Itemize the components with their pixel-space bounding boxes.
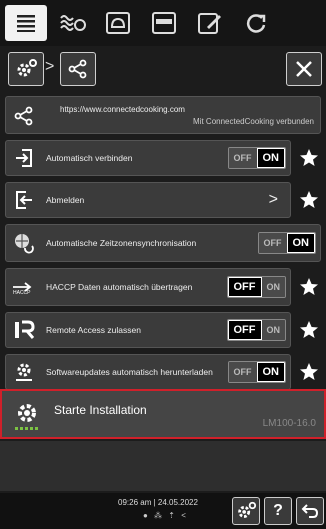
settings-button[interactable] [8,52,44,86]
update-gear-icon [6,355,42,389]
share-icon [6,97,42,135]
tab-refresh[interactable] [235,5,277,41]
chevron-right-icon: > [268,191,278,208]
setting-label: Softwareupdates automatisch herunterlade… [46,367,213,377]
globe-sync-icon [6,225,42,261]
back-arrow-icon [301,504,319,518]
setting-logout[interactable]: Abmelden > [5,182,291,218]
close-button[interactable] [286,52,322,86]
help-button[interactable]: ? [264,497,292,525]
haccp-toggle[interactable]: OFF ON [226,276,286,298]
refresh-icon [246,14,266,33]
empty-area [0,441,326,491]
haccp-icon: HACCP [6,269,42,305]
setting-remote-access: Remote Access zulassen OFF ON [5,312,291,348]
toggle-off[interactable]: OFF [227,277,262,297]
install-panel[interactable]: Starte Installation LM100-16.0 [0,389,326,439]
time: 09:26 am [118,498,152,507]
status-icons: ● ⁂ ⇡ < [143,511,188,520]
setting-label: Abmelden [46,195,85,205]
favorite-star-icon[interactable] [297,360,321,384]
favorite-star-icon[interactable] [297,318,321,342]
setting-label: Automatisch verbinden [46,153,133,163]
tab-edit[interactable] [189,5,231,41]
tab-cooking[interactable] [51,5,93,41]
share-button[interactable] [60,52,96,86]
close-icon [296,61,312,77]
logout-icon [6,183,42,217]
toggle-off[interactable]: OFF [228,362,257,382]
setting-label: Remote Access zulassen [46,325,141,335]
connection-info: https://www.connectedcooking.com Mit Con… [5,96,321,134]
breadcrumb: > [0,50,326,88]
favorite-star-icon[interactable] [297,275,321,299]
favorite-star-icon[interactable] [297,146,321,170]
install-version: LM100-16.0 [262,418,316,429]
setting-timezone-sync: Automatische Zeitzonensynchronisation OF… [5,224,321,262]
auto-connect-toggle[interactable]: OFF ON [227,147,286,169]
toggle-on[interactable]: ON [261,320,285,340]
top-tab-bar [0,0,326,46]
cooking-icon [60,15,86,31]
remote-access-toggle[interactable]: OFF ON [226,319,286,341]
toggle-on[interactable]: ON [286,233,315,253]
clock: 09:26 am | 24.05.2022 [118,498,198,507]
setting-software-updates: Softwareupdates automatisch herunterlade… [5,354,291,390]
setting-haccp-transfer: HACCP HACCP Daten automatisch übertragen… [5,268,291,306]
install-title: Starte Installation [54,403,147,417]
edit-icon [198,13,221,34]
breadcrumb-separator: > [45,58,55,75]
setting-auto-connect: Automatisch verbinden OFF ON [5,140,291,176]
toggle-on[interactable]: ON [261,277,285,297]
timezone-sync-toggle[interactable]: OFF ON [257,232,316,254]
connection-status: Mit ConnectedCooking verbunden [193,117,314,126]
settings-shortcut-button[interactable] [232,497,260,525]
login-icon [6,141,42,175]
toggle-on[interactable]: ON [256,362,285,382]
date: 24.05.2022 [157,498,198,507]
bottom-bar: 09:26 am | 24.05.2022 ● ⁂ ⇡ < ? [0,493,326,529]
gear-icon [238,501,257,518]
gear-icon [17,59,37,77]
recipe-icon [106,12,130,34]
toggle-off[interactable]: OFF [258,233,287,253]
toggle-off[interactable]: OFF [227,320,262,340]
oven-icon [152,12,176,34]
back-button[interactable] [296,497,324,525]
share-icon [68,59,87,79]
connection-url: https://www.connectedcooking.com [60,105,185,114]
tab-oven[interactable] [143,5,185,41]
toggle-on[interactable]: ON [256,148,285,168]
favorite-star-icon[interactable] [297,188,321,212]
remote-access-icon [6,313,42,347]
setting-label: HACCP Daten automatisch übertragen [46,282,193,292]
svg-text:HACCP: HACCP [13,290,31,295]
software-updates-toggle[interactable]: OFF ON [227,361,286,383]
install-gear-icon [12,401,42,438]
tab-list[interactable] [5,5,47,41]
toggle-off[interactable]: OFF [228,148,257,168]
setting-label: Automatische Zeitzonensynchronisation [46,238,197,248]
tab-recipe[interactable] [97,5,139,41]
list-icon [17,15,35,32]
